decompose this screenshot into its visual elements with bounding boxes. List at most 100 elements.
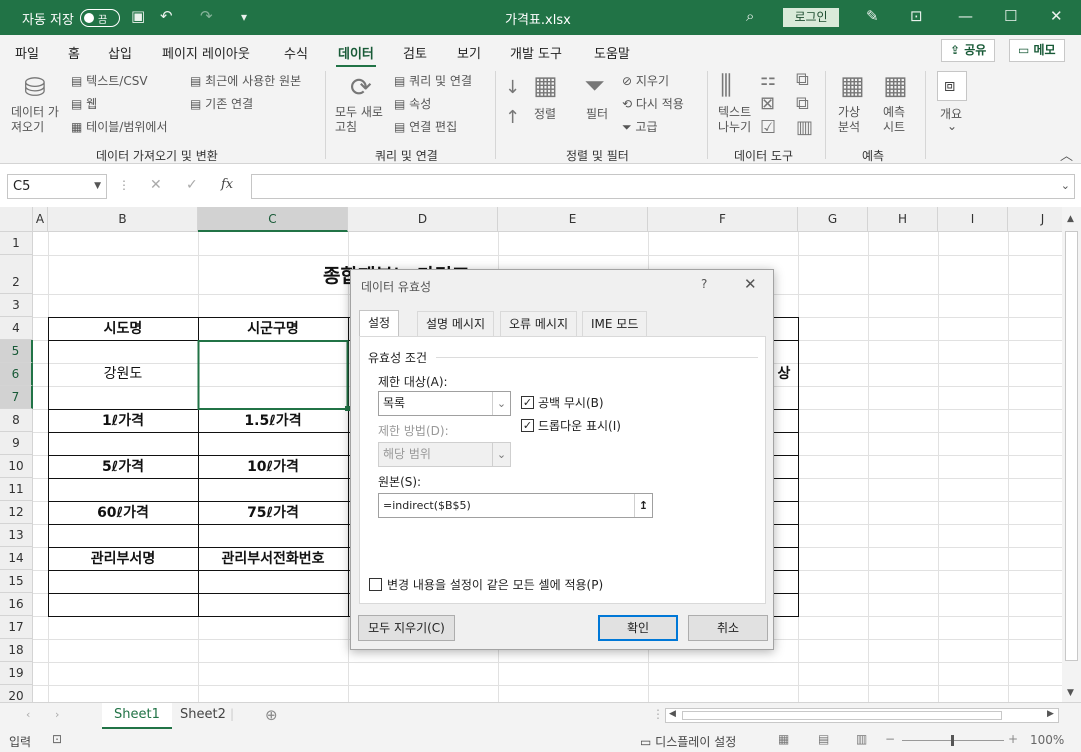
source-input[interactable]: =indirect($B$5) ↥ <box>378 493 653 518</box>
help-button[interactable]: ? <box>701 277 707 291</box>
macro-record-icon[interactable]: ⊡ <box>52 732 62 746</box>
column-header[interactable]: C <box>198 207 348 232</box>
get-data-button[interactable]: 데이터 가 져오기 <box>11 105 59 135</box>
close-icon[interactable]: ✕ <box>1050 7 1063 25</box>
close-icon[interactable]: ✕ <box>744 275 757 293</box>
tab-review[interactable]: 검토 <box>403 43 427 62</box>
column-header[interactable]: A <box>33 207 48 232</box>
zoom-slider-thumb[interactable] <box>951 735 954 746</box>
cell-c4[interactable]: 시군구명 <box>198 318 348 338</box>
recent-sources-button[interactable]: ▤ 최근에 사용한 원본 <box>190 72 301 89</box>
row-header[interactable]: 20 <box>0 685 33 702</box>
scroll-left-icon[interactable]: ◀ <box>669 709 676 719</box>
row-header[interactable]: 6 <box>0 363 33 386</box>
cell-b10[interactable]: 5ℓ가격 <box>48 456 198 476</box>
sort-asc-icon[interactable]: ↓ <box>505 77 520 98</box>
column-header[interactable]: H <box>868 207 938 232</box>
column-header[interactable]: I <box>938 207 1008 232</box>
cell-b14[interactable]: 관리부서명 <box>48 548 198 568</box>
ribbon-display-icon[interactable]: ⊡ <box>910 7 923 25</box>
cell-b8[interactable]: 1ℓ가격 <box>48 410 198 430</box>
enter-icon[interactable]: ✓ <box>186 177 198 193</box>
refresh-all-button[interactable]: 모두 새로 고침 <box>335 105 383 135</box>
whatif-button[interactable]: 가상 분석 <box>838 105 860 135</box>
comments-button[interactable]: ▭ 메모 <box>1009 39 1065 62</box>
row-header[interactable]: 14 <box>0 547 33 570</box>
hscroll-thumb[interactable] <box>682 711 1002 720</box>
tab-page-layout[interactable]: 페이지 레이아웃 <box>162 43 250 62</box>
tab-developer[interactable]: 개발 도구 <box>510 43 562 62</box>
horizontal-scrollbar[interactable]: ◀ ▶ <box>665 708 1059 723</box>
customize-qat-icon[interactable]: ▾ <box>241 10 247 24</box>
allow-select[interactable]: 목록 ⌄ <box>378 391 511 416</box>
consolidate-icon[interactable]: ⧉ <box>796 69 809 90</box>
clear-filter-button[interactable]: ⊘ 지우기 <box>622 72 669 89</box>
in-cell-dropdown-checkbox[interactable]: ✓ <box>521 419 534 432</box>
row-header[interactable]: 3 <box>0 294 33 317</box>
clear-all-button[interactable]: 모두 지우기(C) <box>358 615 455 641</box>
row-header[interactable]: 17 <box>0 616 33 639</box>
column-header[interactable]: D <box>348 207 498 232</box>
cell-c12[interactable]: 75ℓ가격 <box>198 502 348 522</box>
filter-button[interactable]: 필터 <box>586 105 608 122</box>
collapse-dialog-icon[interactable]: ↥ <box>634 494 652 517</box>
formula-input[interactable]: ⌄ <box>251 174 1075 199</box>
scroll-down-icon[interactable]: ▼ <box>1067 688 1074 698</box>
zoom-out-icon[interactable]: − <box>885 732 895 746</box>
cell-c14[interactable]: 관리부서전화번호 <box>198 548 348 568</box>
apply-all-checkbox[interactable] <box>369 578 382 591</box>
column-header[interactable]: F <box>648 207 798 232</box>
cell-b4[interactable]: 시도명 <box>48 318 198 338</box>
login-button[interactable]: 로그인 <box>783 8 839 27</box>
row-header[interactable]: 9 <box>0 432 33 455</box>
expand-formula-icon[interactable]: ⌄ <box>1061 179 1070 192</box>
select-all-corner[interactable] <box>0 207 33 232</box>
cell-c10[interactable]: 10ℓ가격 <box>198 456 348 476</box>
relationships-icon[interactable]: ⧉ <box>796 93 809 114</box>
data-select[interactable]: 해당 범위 ⌄ <box>378 442 511 467</box>
queries-connections-button[interactable]: ▤ 쿼리 및 연결 <box>394 72 472 89</box>
sheet-tab-sheet1[interactable]: Sheet1 <box>102 703 172 729</box>
tab-home[interactable]: 홈 <box>68 43 80 62</box>
tab-input-message[interactable]: 설명 메시지 <box>417 311 495 336</box>
data-model-icon[interactable]: ▥ <box>796 117 813 138</box>
tab-help[interactable]: 도움말 <box>594 43 630 62</box>
redo-icon[interactable]: ↷ <box>200 7 213 25</box>
remove-duplicates-icon[interactable]: ⊠ <box>760 93 775 114</box>
edit-links-button[interactable]: ▤ 연결 편집 <box>394 118 457 135</box>
next-sheet-icon[interactable]: › <box>55 708 59 721</box>
data-validation-icon[interactable]: ☑ <box>760 117 776 138</box>
add-sheet-icon[interactable]: ⊕ <box>265 706 278 724</box>
row-header[interactable]: 15 <box>0 570 33 593</box>
forecast-sheet-button[interactable]: 예측 시트 <box>883 105 905 135</box>
cancel-button[interactable]: 취소 <box>688 615 768 641</box>
search-icon[interactable]: ⌕ <box>746 7 754 25</box>
cell-b5[interactable]: 강원도 <box>48 363 198 383</box>
cell-b12[interactable]: 60ℓ가격 <box>48 502 198 522</box>
vertical-scrollbar[interactable]: ▲ ▼ <box>1062 207 1081 702</box>
row-header[interactable]: 4 <box>0 317 33 340</box>
row-header[interactable]: 12 <box>0 501 33 524</box>
from-text-csv-button[interactable]: ▤ 텍스트/CSV <box>71 72 148 89</box>
autosave-toggle[interactable]: 끔 <box>80 9 120 27</box>
ok-button[interactable]: 확인 <box>598 615 678 641</box>
cell-c8[interactable]: 1.5ℓ가격 <box>198 410 348 430</box>
name-box[interactable]: C5 ▼ <box>7 174 107 199</box>
page-layout-view-icon[interactable]: ▤ <box>818 732 829 746</box>
sort-button[interactable]: 정렬 <box>534 105 556 122</box>
scroll-right-icon[interactable]: ▶ <box>1047 709 1054 719</box>
text-to-columns-button[interactable]: 텍스트 나누기 <box>718 105 751 135</box>
row-header[interactable]: 7 <box>0 386 33 409</box>
cell-f6[interactable]: 상 <box>772 363 796 383</box>
row-header[interactable]: 19 <box>0 662 33 685</box>
column-header[interactable]: J <box>1008 207 1062 232</box>
row-header[interactable]: 1 <box>0 232 33 255</box>
prev-sheet-icon[interactable]: ‹ <box>26 708 30 721</box>
tab-insert[interactable]: 삽입 <box>108 43 132 62</box>
tab-data[interactable]: 데이터 <box>336 43 376 68</box>
tab-formulas[interactable]: 수식 <box>284 43 308 62</box>
flash-fill-icon[interactable]: ⚏ <box>760 69 776 90</box>
save-icon[interactable]: ▣ <box>131 7 145 25</box>
display-settings-button[interactable]: ▭ 디스플레이 설정 <box>640 733 736 750</box>
advanced-filter-button[interactable]: ⏷ 고급 <box>622 118 658 135</box>
